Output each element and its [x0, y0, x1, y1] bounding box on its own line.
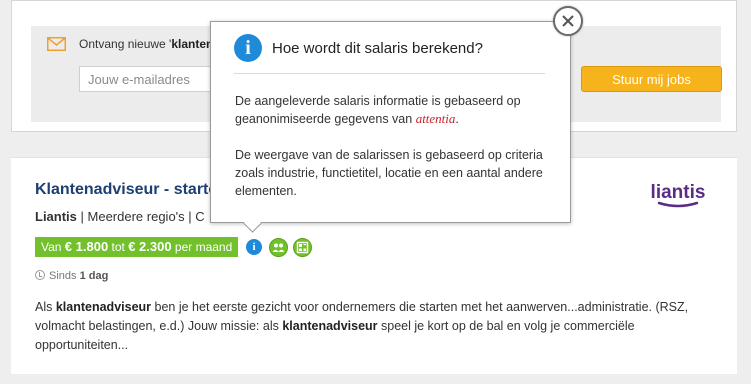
attentia-brand: attentia: [415, 111, 456, 126]
people-icon[interactable]: [269, 238, 288, 257]
job-meta: Liantis | Meerdere regio's | C: [35, 209, 205, 224]
popover-paragraph-1: De aangeleverde salaris informatie is ge…: [235, 92, 555, 128]
alert-text-prefix: Ontvang nieuwe ': [79, 37, 172, 51]
close-icon[interactable]: [553, 6, 583, 36]
popover-divider: [234, 73, 545, 74]
salary-max: € 2.300: [128, 239, 172, 254]
desc-keyword-2: klantenadviseur: [282, 319, 378, 333]
posted-date: Sinds 1 dag: [35, 270, 108, 282]
desc-part-1: Als: [35, 300, 56, 314]
send-jobs-button[interactable]: Stuur mij jobs: [581, 66, 722, 92]
calculator-icon[interactable]: [293, 238, 312, 257]
salary-badge: Van € 1.800 tot € 2.300 per maand: [35, 237, 239, 257]
popover-title: Hoe wordt dit salaris berekend?: [272, 40, 483, 57]
envelope-icon: [47, 37, 66, 51]
job-description: Als klantenadviseur ben je het eerste ge…: [35, 298, 725, 355]
posted-value: 1 dag: [79, 270, 109, 282]
popover-paragraph-2: De weergave van de salarissen is gebasee…: [235, 148, 543, 198]
salary-min: € 1.800: [64, 239, 109, 254]
job-title-link[interactable]: Klantenadviseur - starte: [35, 181, 217, 199]
salary-info-popover: i Hoe wordt dit salaris berekend? De aan…: [210, 21, 571, 233]
liantis-logo[interactable]: liantis: [645, 178, 711, 210]
clock-icon: [35, 270, 45, 280]
popover-p1-text: De aangeleverde salaris informatie is ge…: [235, 94, 521, 126]
close-icon-glyph: [562, 15, 574, 27]
meta-separator-2: |: [184, 209, 196, 224]
info-icon: i: [234, 34, 262, 62]
company-name[interactable]: Liantis: [35, 209, 77, 224]
calculator-icon-glyph: [296, 241, 309, 254]
people-icon-glyph: [272, 243, 285, 252]
desc-keyword-1: klantenadviseur: [55, 300, 152, 314]
popover-p1-end: .: [455, 112, 459, 126]
salary-info-icon[interactable]: i: [246, 239, 262, 255]
meta-separator: |: [76, 209, 88, 224]
posted-prefix: Sinds: [49, 270, 80, 282]
job-alert-text: Ontvang nieuwe 'klantenad: [79, 37, 227, 51]
logo-text: liantis: [651, 182, 706, 203]
job-region-more: C: [195, 209, 205, 224]
salary-prefix: Van: [41, 240, 65, 254]
salary-mid: tot: [108, 240, 129, 254]
job-region: Meerdere regio's: [87, 209, 185, 224]
salary-suffix: per maand: [171, 240, 233, 254]
